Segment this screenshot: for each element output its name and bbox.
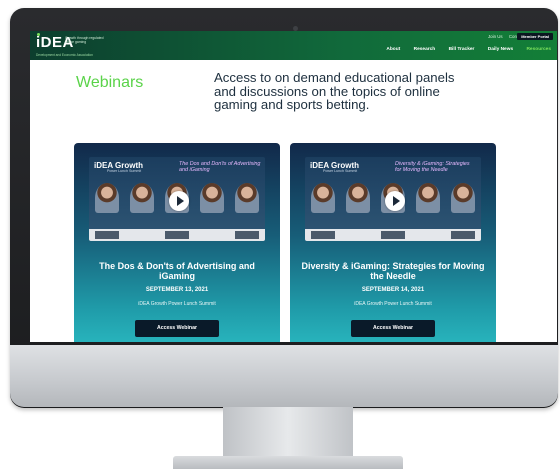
webinar-series: iDEA Growth Power Lunch Summit [138,301,216,307]
sponsor-logo [311,231,335,239]
nav-daily-news[interactable]: Daily News [488,47,513,52]
website-screen: iDEA Growth through regulated online gam… [30,31,557,342]
webinar-card: iDEA Growth Power Lunch Summit The Dos a… [74,143,280,342]
logo-tagline: Growth through regulated online gaming [65,36,104,44]
speaker-photo [235,183,259,213]
sponsor-logo [165,231,189,239]
webinar-date: SEPTEMBER 14, 2021 [361,287,425,293]
webinar-thumbnail[interactable]: iDEA Growth Power Lunch Summit The Dos a… [89,157,265,241]
speaker-photo [451,183,475,213]
sponsor-logo [95,231,119,239]
speaker-photo [200,183,224,213]
logo-subline: Development and Economic Association [36,53,93,57]
nav-research[interactable]: Research [414,47,436,52]
monitor-base [173,456,403,469]
site-header: iDEA Growth through regulated online gam… [30,31,557,60]
main-nav: About Research Bill Tracker Daily News R… [374,47,551,52]
thumb-title: The Dos and Don'ts of Advertising and iG… [179,161,261,173]
sponsor-logo [235,231,259,239]
page-description: Access to on demand educational panels a… [214,70,455,113]
thumb-title: Diversity & iGaming: Strategies for Movi… [395,161,470,173]
webinar-date: SEPTEMBER 13, 2021 [145,287,209,293]
sponsor-logo [451,231,475,239]
webinar-title: Diversity & iGaming: Strategies for Movi… [301,261,485,281]
speaker-photo [346,183,370,213]
webinar-title: The Dos & Don'ts of Advertising and iGam… [99,261,255,281]
webinar-thumbnail[interactable]: iDEA Growth Power Lunch Summit Diversity… [305,157,481,241]
play-icon[interactable] [385,191,405,211]
member-portal-button[interactable]: Member Portal [517,33,553,40]
webinar-card: iDEA Growth Power Lunch Summit Diversity… [290,143,496,342]
access-webinar-button[interactable]: Access Webinar [351,320,435,337]
nav-resources[interactable]: Resources [526,47,551,52]
join-us-link[interactable]: Join Us [488,34,503,39]
speaker-photo [95,183,119,213]
access-webinar-button[interactable]: Access Webinar [135,320,219,337]
play-icon[interactable] [169,191,189,211]
webinar-series: iDEA Growth Power Lunch Summit [354,301,432,307]
monitor-chin [10,345,558,407]
speaker-photo [311,183,335,213]
page-title: Webinars [76,74,144,91]
thumb-brand-sub: Power Lunch Summit [323,169,358,173]
sponsor-logo [381,231,405,239]
speaker-photo [130,183,154,213]
speaker-photo [416,183,440,213]
nav-bill-tracker[interactable]: Bill Tracker [449,47,475,52]
thumb-brand-sub: Power Lunch Summit [107,169,142,173]
monitor-stand [223,407,353,459]
nav-about[interactable]: About [386,47,400,52]
